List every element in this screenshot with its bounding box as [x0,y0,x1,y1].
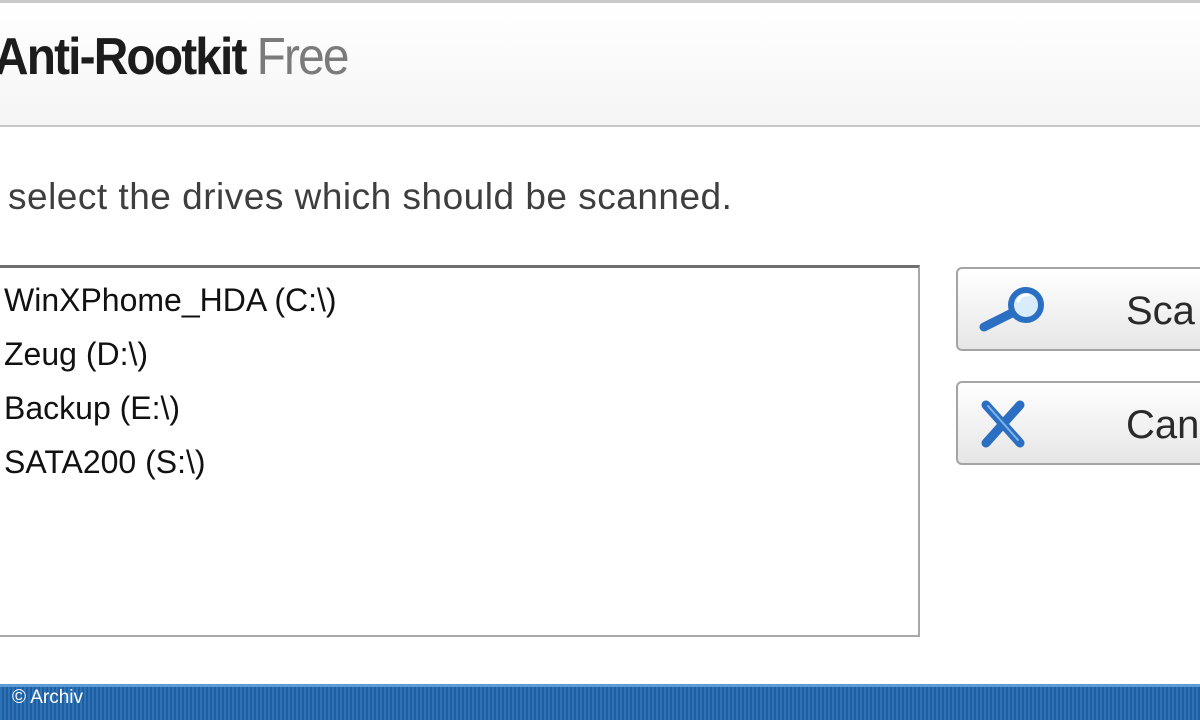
magnifier-icon [979,287,1044,332]
app-title: Anti-Rootkit Free [0,27,350,87]
app-title-edition: Free [256,28,350,86]
drive-item-e[interactable]: Backup (E:\) [4,390,180,427]
footer-bar: © Archiv [0,684,1200,720]
cancel-button[interactable]: Canc [956,381,1200,465]
drive-item-s[interactable]: SATA200 (S:\) [4,444,206,481]
scan-button-label: Sca [1126,289,1195,333]
instruction-text: select the drives which should be scanne… [8,176,733,217]
cancel-button-label: Canc [1126,403,1200,447]
drive-list[interactable]: WinXPhome_HDA (C:\) Zeug (D:\) Backup (E… [0,265,920,637]
drive-item-c[interactable]: WinXPhome_HDA (C:\) [4,282,337,319]
app-header: Anti-Rootkit Free [0,3,1200,127]
drive-item-d[interactable]: Zeug (D:\) [4,336,148,373]
scan-button[interactable]: Sca [956,267,1200,351]
copyright-credit: © Archiv [12,687,84,708]
app-title-main: Anti-Rootkit [0,28,247,86]
close-x-icon [981,400,1025,448]
